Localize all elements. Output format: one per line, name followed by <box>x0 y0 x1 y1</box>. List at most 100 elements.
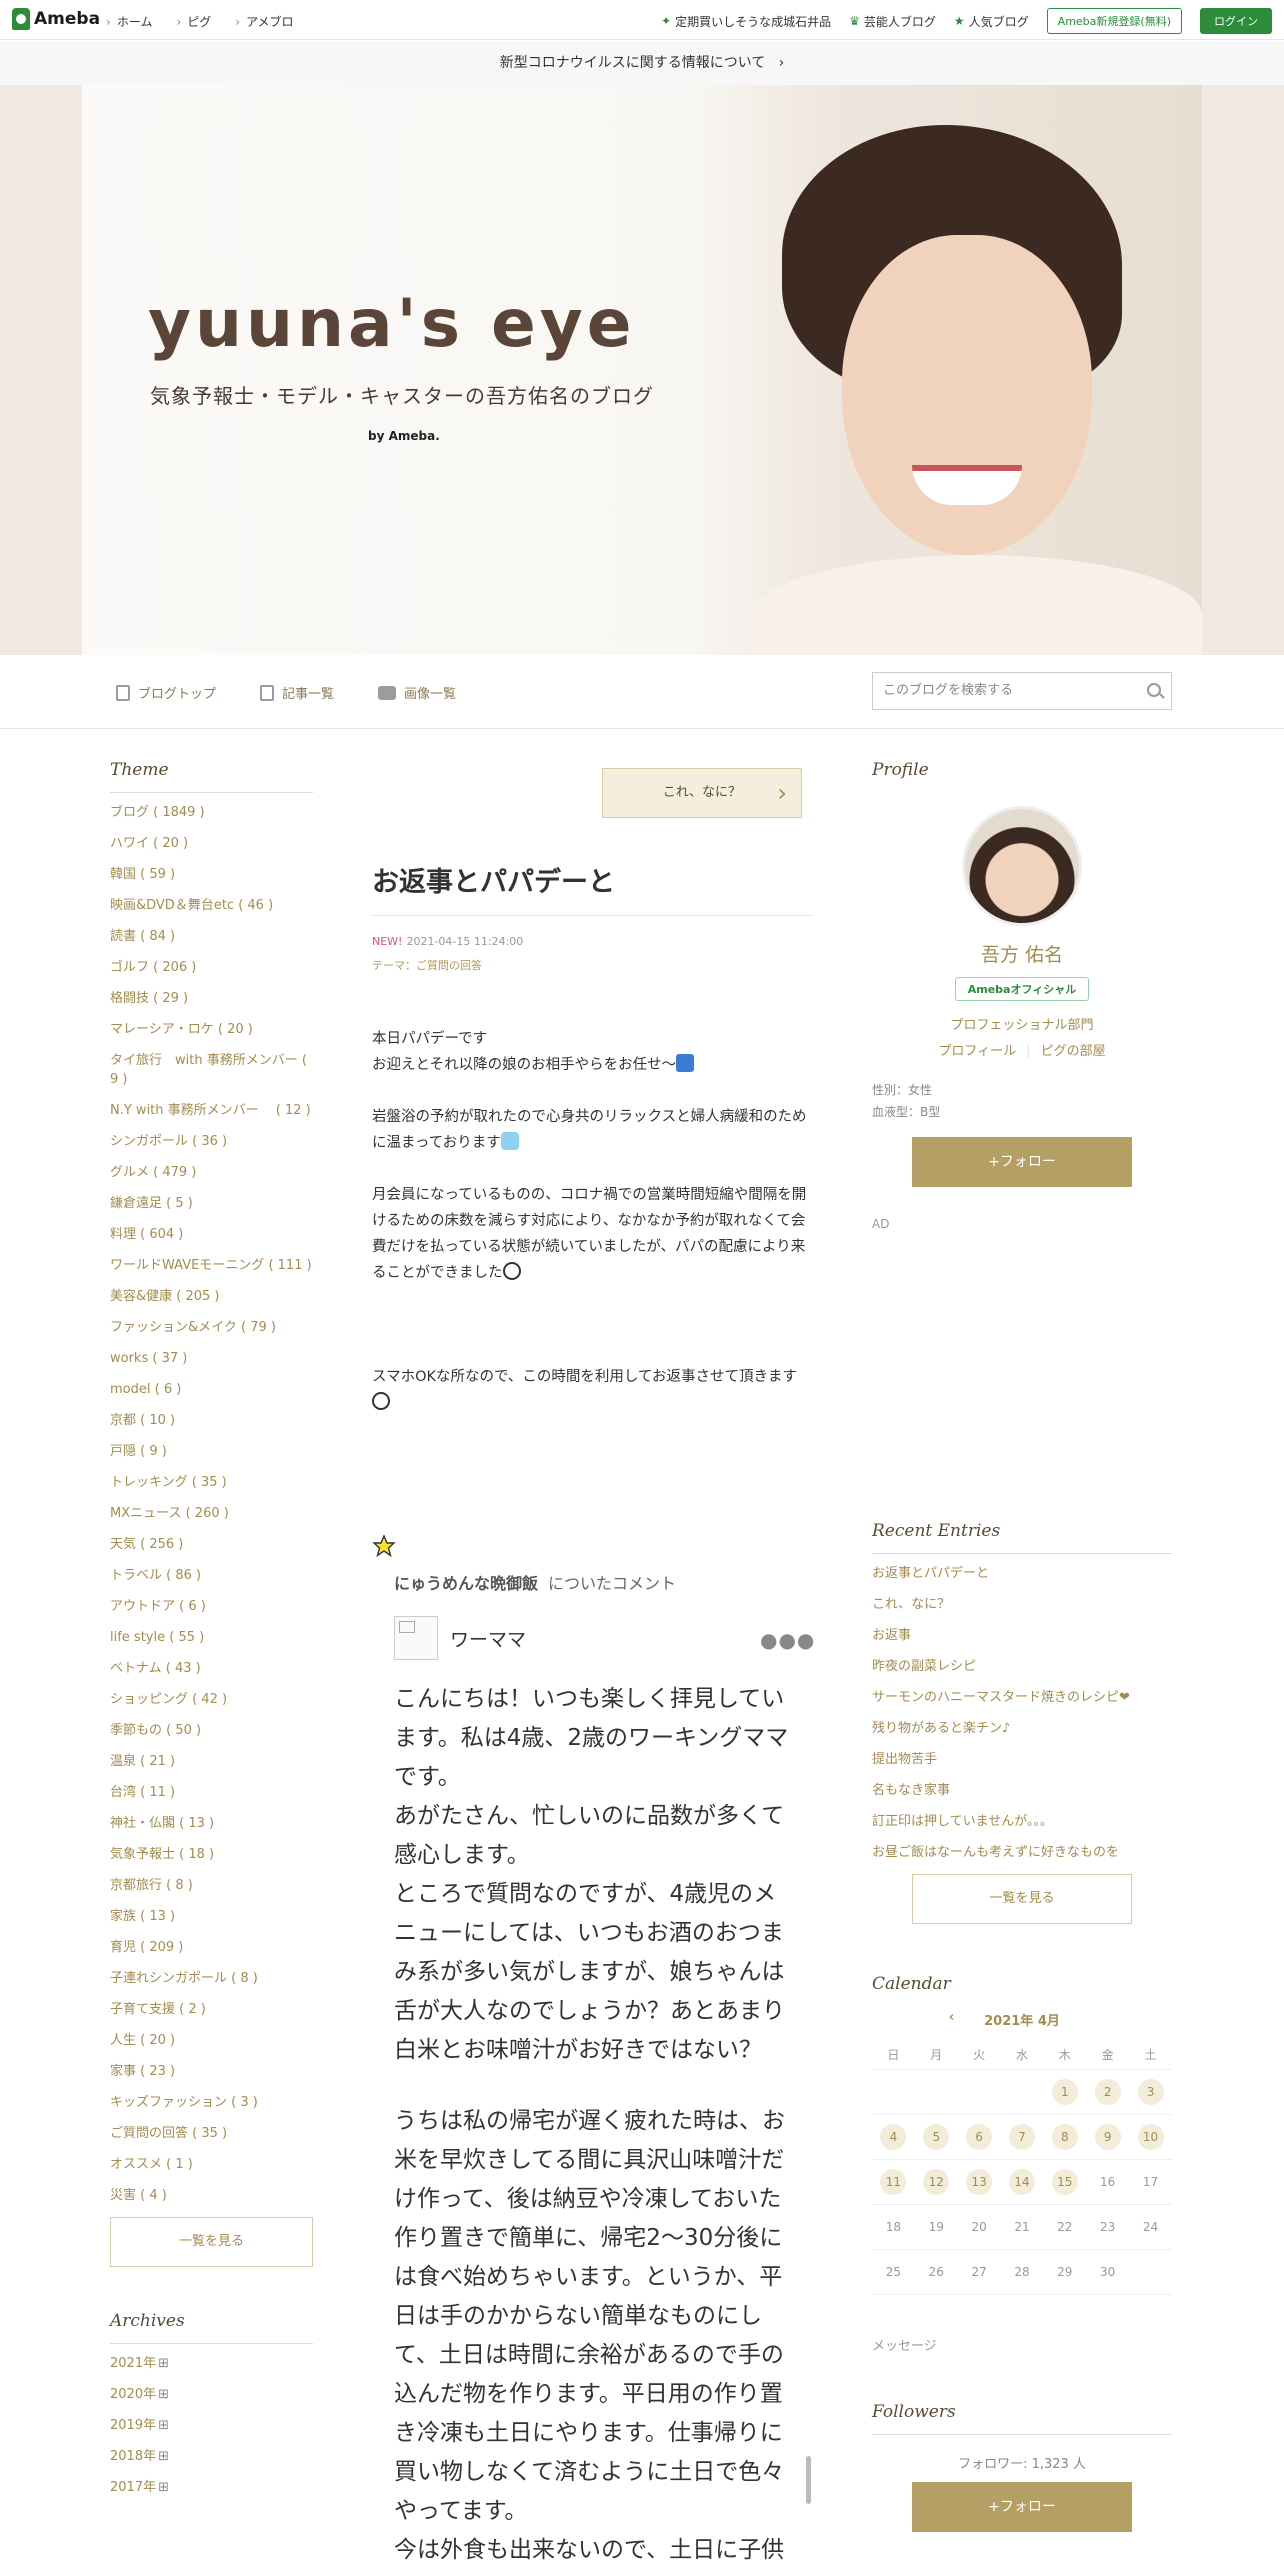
theme-item[interactable]: ファッション&メイク ( 79 ) <box>110 1318 313 1337</box>
calendar-day-link[interactable]: 1 <box>1051 2078 1078 2105</box>
recent-entry[interactable]: サーモンのハニーマスタード焼きのレシピ❤ <box>872 1688 1172 1707</box>
theme-more-button[interactable]: 一覧を見る <box>110 2217 313 2267</box>
calendar-day-link[interactable]: 3 <box>1137 2078 1164 2105</box>
follow-button-bottom[interactable]: +フォロー <box>912 2481 1132 2532</box>
entry-title[interactable]: お返事とパパデーと <box>372 860 812 916</box>
recent-more-button[interactable]: 一覧を見る <box>912 1874 1132 1924</box>
message-link[interactable]: メッセージ <box>872 2335 1172 2354</box>
theme-item[interactable]: 鎌倉遠足 ( 5 ) <box>110 1194 313 1213</box>
theme-item[interactable]: オススメ ( 1 ) <box>110 2155 313 2174</box>
theme-item[interactable]: シンガポール ( 36 ) <box>110 1132 313 1151</box>
theme-item[interactable]: MXニュース ( 260 ) <box>110 1504 313 1523</box>
theme-item[interactable]: model ( 6 ) <box>110 1380 313 1399</box>
calendar-day-link[interactable]: 2 <box>1094 2078 1121 2105</box>
theme-item[interactable]: アウトドア ( 6 ) <box>110 1597 313 1616</box>
pigg-room-link[interactable]: ピグの部屋 <box>1041 1044 1106 1059</box>
profile-name[interactable]: 吾方 佑名 <box>872 940 1172 967</box>
calendar-day-link[interactable]: 12 <box>923 2168 950 2195</box>
theme-item[interactable]: トレッキング ( 35 ) <box>110 1473 313 1492</box>
theme-item[interactable]: ご質問の回答 ( 35 ) <box>110 2124 313 2143</box>
theme-item[interactable]: 家事 ( 23 ) <box>110 2062 313 2081</box>
nav-blog-top[interactable]: ブログトップ <box>116 683 216 702</box>
theme-item[interactable]: 韓国 ( 59 ) <box>110 865 313 884</box>
recent-entry[interactable]: お昼ご飯はなーんも考えずに好きなものを <box>872 1843 1172 1862</box>
login-button[interactable]: ログイン <box>1200 8 1272 34</box>
theme-item[interactable]: キッズファッション ( 3 ) <box>110 2093 313 2112</box>
commenter[interactable]: ワーママ <box>394 1616 526 1660</box>
register-button[interactable]: Ameba新規登録(無料) <box>1046 8 1182 34</box>
theme-item[interactable]: 読書 ( 84 ) <box>110 927 313 946</box>
expand-icon[interactable]: ⊞ <box>158 2480 169 2495</box>
pick-link-3[interactable]: ★ 人気ブログ <box>954 13 1029 30</box>
recent-entry[interactable]: 残り物があると楽チン♪ <box>872 1719 1172 1738</box>
recent-entry[interactable]: 訂正印は押していませんが。。。 <box>872 1812 1172 1831</box>
theme-item[interactable]: works ( 37 ) <box>110 1349 313 1368</box>
whats-this-button[interactable]: これ、なに？ <box>602 768 802 818</box>
calendar-day-link[interactable]: 15 <box>1051 2168 1078 2195</box>
theme-item[interactable]: タイ旅行 with 事務所メンバー ( 9 ) <box>110 1051 313 1089</box>
theme-item[interactable]: ワールドWAVEモーニング ( 111 ) <box>110 1256 313 1275</box>
profile-avatar[interactable] <box>962 806 1082 926</box>
comment-target-link[interactable]: にゅうめんな晩御飯 <box>394 1574 538 1593</box>
category-link[interactable]: プロフェッショナル部門 <box>872 1013 1172 1039</box>
covid-notice[interactable]: 新型コロナウイルスに関する情報について › <box>0 41 1284 85</box>
pick-link-2[interactable]: ♛ 芸能人ブログ <box>849 13 936 30</box>
theme-item[interactable]: N.Y with 事務所メンバー ( 12 ) <box>110 1101 313 1120</box>
recent-entry[interactable]: お返事とパパデーと <box>872 1564 1172 1583</box>
ameba-logo[interactable]: Ameba <box>12 8 100 30</box>
theme-item[interactable]: 神社・仏閣 ( 13 ) <box>110 1814 313 1833</box>
nav-pigg[interactable]: ピグ <box>176 13 211 30</box>
pick-link-1[interactable]: ✦ 定期買いしそうな成城石井品 <box>661 13 831 30</box>
theme-item[interactable]: 子連れシンガポール ( 8 ) <box>110 1969 313 1988</box>
recent-entry[interactable]: 名もなき家事 <box>872 1781 1172 1800</box>
theme-item[interactable]: 映画&DVD＆舞台etc ( 46 ) <box>110 896 313 915</box>
theme-item[interactable]: 温泉 ( 21 ) <box>110 1752 313 1771</box>
archive-item[interactable]: 2018年 ⊞ <box>110 2447 313 2466</box>
theme-item[interactable]: トラベル ( 86 ) <box>110 1566 313 1585</box>
calendar-day-link[interactable]: 5 <box>923 2123 950 2150</box>
blog-search-input[interactable]: このブログを検索する <box>872 672 1172 710</box>
calendar-day-link[interactable]: 9 <box>1094 2123 1121 2150</box>
calendar-day-link[interactable]: 8 <box>1051 2123 1078 2150</box>
theme-item[interactable]: 京都 ( 10 ) <box>110 1411 313 1430</box>
recent-entry[interactable]: これ、なに？ <box>872 1595 1172 1614</box>
theme-item[interactable]: ブログ ( 1849 ) <box>110 803 313 822</box>
expand-icon[interactable]: ⊞ <box>158 2449 169 2464</box>
calendar-day-link[interactable]: 4 <box>880 2123 907 2150</box>
entry-theme-link[interactable]: テーマ：ご質問の回答 <box>372 954 523 978</box>
blog-header-banner[interactable]: yuuna's eye 気象予報士・モデル・キャスターの吾方佑名のブログ by … <box>0 85 1284 655</box>
comment-scrollbar[interactable] <box>806 2456 811 2504</box>
theme-item[interactable]: 育児 ( 209 ) <box>110 1938 313 1957</box>
theme-item[interactable]: 天気 ( 256 ) <box>110 1535 313 1554</box>
calendar-day-link[interactable]: 10 <box>1137 2123 1164 2150</box>
calendar-day-link[interactable]: 7 <box>1008 2123 1035 2150</box>
chevron-left-icon[interactable]: ‹ <box>949 2010 954 2029</box>
theme-item[interactable]: グルメ ( 479 ) <box>110 1163 313 1182</box>
archive-item[interactable]: 2019年 ⊞ <box>110 2416 313 2435</box>
more-options-icon[interactable]: ●●● <box>760 1628 815 1652</box>
recent-entry[interactable]: 提出物苦手 <box>872 1750 1172 1769</box>
theme-item[interactable]: 家族 ( 13 ) <box>110 1907 313 1926</box>
theme-item[interactable]: ベトナム ( 43 ) <box>110 1659 313 1678</box>
theme-item[interactable]: 美容&健康 ( 205 ) <box>110 1287 313 1306</box>
theme-item[interactable]: ゴルフ ( 206 ) <box>110 958 313 977</box>
theme-item[interactable]: 季節もの ( 50 ) <box>110 1721 313 1740</box>
archive-item[interactable]: 2020年 ⊞ <box>110 2385 313 2404</box>
recent-entry[interactable]: お返事 <box>872 1626 1172 1645</box>
theme-item[interactable]: 子育て支援 ( 2 ) <box>110 2000 313 2019</box>
calendar-day-link[interactable]: 11 <box>880 2168 907 2195</box>
theme-item[interactable]: life style ( 55 ) <box>110 1628 313 1647</box>
nav-entry-list[interactable]: 記事一覧 <box>260 683 334 702</box>
theme-item[interactable]: 気象予報士 ( 18 ) <box>110 1845 313 1864</box>
theme-item[interactable]: 人生 ( 20 ) <box>110 2031 313 2050</box>
theme-item[interactable]: マレーシア・ロケ ( 20 ) <box>110 1020 313 1039</box>
nav-ameblo[interactable]: アメブロ <box>235 13 293 30</box>
theme-item[interactable]: 格闘技 ( 29 ) <box>110 989 313 1008</box>
search-icon[interactable] <box>1147 683 1161 697</box>
calendar-day-link[interactable]: 14 <box>1008 2168 1035 2195</box>
theme-item[interactable]: 料理 ( 604 ) <box>110 1225 313 1244</box>
theme-item[interactable]: 戸隠 ( 9 ) <box>110 1442 313 1461</box>
recent-entry[interactable]: 昨夜の副菜レシピ <box>872 1657 1172 1676</box>
theme-item[interactable]: ショッピング ( 42 ) <box>110 1690 313 1709</box>
nav-home[interactable]: ホーム <box>106 13 153 30</box>
